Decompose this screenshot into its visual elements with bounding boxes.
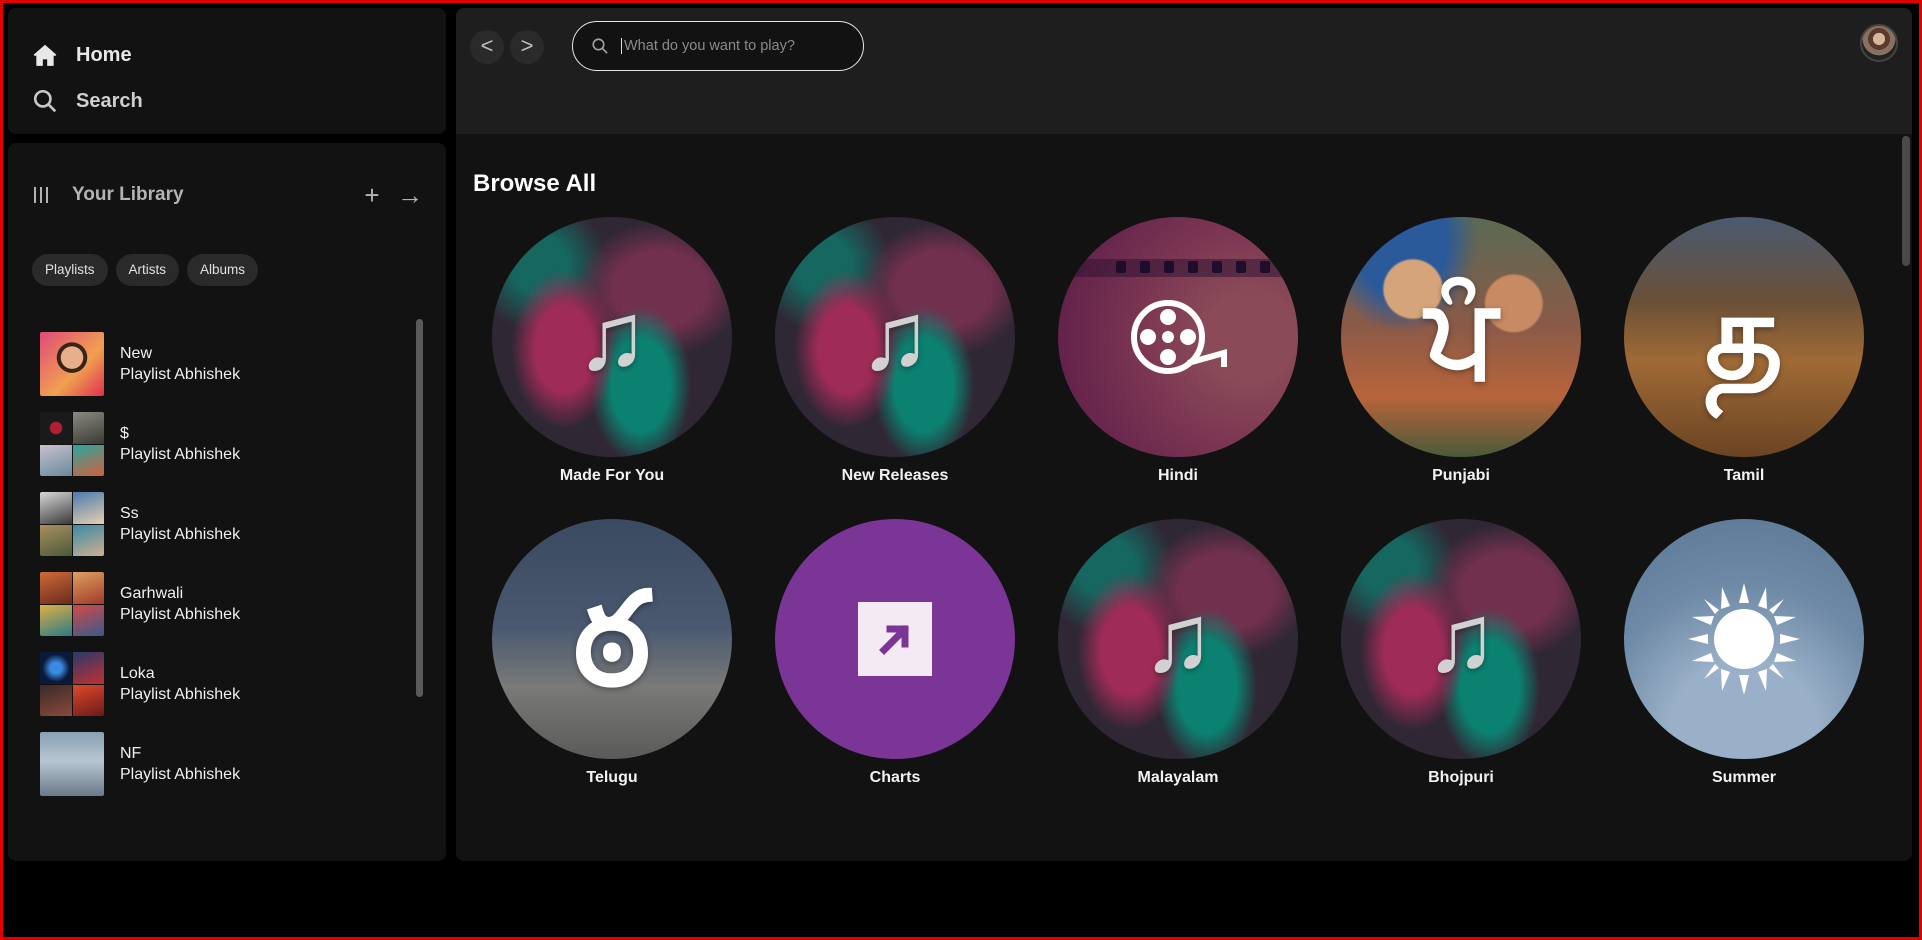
back-button[interactable]: < <box>470 30 504 64</box>
tamil-script-icon: த <box>1704 267 1784 406</box>
top-bar: < > <box>456 8 1912 134</box>
library-icon[interactable] <box>34 183 58 207</box>
music-note-icon: ♫ <box>1142 585 1214 692</box>
playlist-name: New <box>120 344 153 362</box>
category-label: Bhojpuri <box>1428 769 1494 786</box>
playlist-subtitle: Playlist Abhishek <box>120 365 241 383</box>
playlist-name: NF <box>120 744 142 762</box>
category-label: Telugu <box>586 769 638 786</box>
nav-search-label: Search <box>76 89 143 112</box>
category-card-summer[interactable]: Summer <box>1624 519 1864 787</box>
search-input[interactable] <box>621 38 841 54</box>
category-image <box>1058 217 1298 457</box>
category-label: Charts <box>869 769 921 786</box>
playlist-cover <box>40 332 104 396</box>
nav-search[interactable]: Search <box>32 78 422 124</box>
library-item[interactable]: $ Playlist Abhishek <box>40 404 400 484</box>
add-icon[interactable]: + <box>358 181 386 209</box>
category-card-bhojpuri[interactable]: ♫ Bhojpuri <box>1341 519 1581 787</box>
category-label: Tamil <box>1723 467 1765 484</box>
category-card-punjabi[interactable]: ਪੰ Punjabi <box>1341 217 1581 485</box>
playlist-cover <box>40 412 104 476</box>
trending-arrow-icon <box>858 602 932 676</box>
page-title: Browse All <box>473 170 597 197</box>
telugu-script-icon: ఠ <box>573 563 651 715</box>
category-card-malayalam[interactable]: ♫ Malayalam <box>1058 519 1298 787</box>
arrow-right-icon[interactable]: → <box>396 181 424 209</box>
playlist-name: Ss <box>120 504 139 522</box>
category-card-charts[interactable]: Charts <box>775 519 1015 787</box>
playlist-name: Loka <box>120 664 155 682</box>
category-card-new-releases[interactable]: ♫ New Releases <box>775 217 1015 485</box>
category-label: Hindi <box>1158 467 1198 484</box>
category-image: ♫ <box>492 217 732 457</box>
library-scrollbar[interactable] <box>416 319 423 697</box>
library-header: Your Library + → <box>34 177 424 213</box>
library-title[interactable]: Your Library <box>72 184 358 206</box>
playlist-cover <box>40 732 104 796</box>
music-note-icon: ♫ <box>576 283 648 390</box>
nav-home[interactable]: Home <box>32 32 422 78</box>
punjabi-script-icon: ਪੰ <box>1425 273 1497 401</box>
library-item[interactable]: Loka Playlist Abhishek <box>40 644 400 724</box>
playlist-subtitle: Playlist Abhishek <box>120 765 241 783</box>
playlist-name: Garhwali <box>120 584 184 602</box>
category-card-telugu[interactable]: ఠ Telugu <box>492 519 732 787</box>
library-item[interactable]: NF Playlist Abhishek <box>40 724 400 804</box>
category-image: த <box>1624 217 1864 457</box>
music-note-icon: ♫ <box>1425 585 1497 692</box>
playlist-subtitle: Playlist Abhishek <box>120 525 241 543</box>
search-icon <box>33 89 57 113</box>
category-label: New Releases <box>841 467 949 484</box>
avatar[interactable] <box>1860 24 1898 62</box>
nav-home-label: Home <box>76 43 132 66</box>
music-note-icon: ♫ <box>859 283 931 390</box>
category-image: ਪੰ <box>1341 217 1581 457</box>
library-item[interactable]: Garhwali Playlist Abhishek <box>40 564 400 644</box>
search-icon <box>592 38 608 54</box>
film-reel-icon <box>1131 300 1227 374</box>
playlist-cover <box>40 492 104 556</box>
main-panel: < > Browse All ♫ Made For You ♫ New Rele… <box>456 8 1912 861</box>
category-label: Summer <box>1711 769 1777 786</box>
playlist-subtitle: Playlist Abhishek <box>120 605 241 623</box>
playlist-subtitle: Playlist Abhishek <box>120 445 241 463</box>
category-image: ♫ <box>1341 519 1581 759</box>
category-image: ♫ <box>775 217 1015 457</box>
chip-artists[interactable]: Artists <box>115 254 180 286</box>
library-item[interactable] <box>40 804 400 809</box>
sun-icon <box>1688 583 1800 695</box>
category-label: Made For You <box>559 467 665 484</box>
category-image <box>775 519 1015 759</box>
playlist-name: $ <box>120 424 129 442</box>
playlist-cover <box>40 572 104 636</box>
library-item[interactable]: New Playlist Abhishek <box>40 324 400 404</box>
category-card-hindi[interactable]: Hindi <box>1058 217 1298 485</box>
film-strip-icon <box>1058 259 1298 277</box>
main-scrollbar[interactable] <box>1902 136 1910 266</box>
library-filter-chips: Playlists Artists Albums <box>32 254 259 286</box>
search-bar[interactable] <box>572 21 864 71</box>
sidebar-nav: Home Search <box>8 8 446 134</box>
category-card-made-for-you[interactable]: ♫ Made For You <box>492 217 732 485</box>
playlist-subtitle: Playlist Abhishek <box>120 685 241 703</box>
category-image <box>1624 519 1864 759</box>
library-panel: Your Library + → Playlists Artists Album… <box>8 143 446 861</box>
category-image: ఠ <box>492 519 732 759</box>
home-icon <box>33 44 57 66</box>
playlist-cover <box>40 652 104 716</box>
forward-button[interactable]: > <box>510 30 544 64</box>
chip-playlists[interactable]: Playlists <box>32 254 108 286</box>
library-item[interactable]: Ss Playlist Abhishek <box>40 484 400 564</box>
category-card-tamil[interactable]: த Tamil <box>1624 217 1864 485</box>
category-label: Punjabi <box>1432 467 1490 484</box>
chip-albums[interactable]: Albums <box>187 254 259 286</box>
category-label: Malayalam <box>1137 769 1219 786</box>
library-list: New Playlist Abhishek $ Playlist Abhishe… <box>40 324 400 809</box>
category-image: ♫ <box>1058 519 1298 759</box>
